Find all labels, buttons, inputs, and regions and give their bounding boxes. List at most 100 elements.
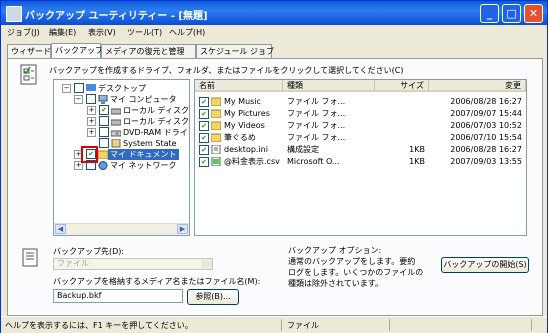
backup-dest-value: ファイル [57, 259, 89, 268]
title-bar[interactable]: バックアップ ユーティリティー - [無題] _ □ ✕ [1, 1, 547, 25]
menu-tools[interactable]: ツール(T) [127, 27, 162, 38]
scroll-right-button[interactable]: ▶ [177, 224, 188, 234]
drive-icon [111, 119, 121, 126]
collapse-icon[interactable]: − [62, 84, 71, 93]
menu-view[interactable]: 表示(V) [88, 27, 116, 38]
expand-icon[interactable]: + [87, 117, 96, 126]
app-icon [6, 6, 22, 22]
maximize-button[interactable]: □ [502, 4, 521, 23]
tree-label: DVD-RAM ドライ [123, 128, 188, 137]
folder-icon [211, 133, 221, 142]
start-backup-button[interactable]: バックアップの開始(S) [441, 257, 529, 273]
list-item[interactable]: ✔ @料金表示.csv Microsoft O... 1KB 2007/09/0… [195, 156, 526, 167]
backup-destination-icon [22, 248, 38, 267]
options-text-2: ログをします。いくつかのファイルの [288, 268, 424, 277]
minimize-button[interactable]: _ [480, 4, 499, 23]
file-name: My Videos [224, 121, 265, 130]
media-name-field[interactable]: Backup.bkf [53, 289, 183, 303]
options-text-1: 通常のバックアップをします。要約 [288, 257, 416, 266]
file-name: My Pictures [224, 109, 270, 118]
file-type: Microsoft O... [287, 157, 340, 166]
file-size: 1KB [409, 145, 425, 154]
collapse-icon[interactable]: − [74, 95, 83, 104]
desktop-icon [86, 84, 96, 91]
settings-file-icon [211, 145, 221, 154]
file-modified: 2006/08/28 16:27 [450, 97, 522, 106]
status-bar: ヘルプを表示するには、F1 キーを押してください。 ファイル [1, 316, 547, 333]
instruction-text: バックアップを作成するドライブ、フォルダ、またはファイルをクリックして選択してく… [49, 66, 404, 75]
folder-tree[interactable]: − デスクトップ − マイ コンピュータ + ✔ ローカル ディスク (C + … [53, 79, 190, 236]
file-type: ファイル フォ... [287, 121, 346, 130]
file-modified: 2006/07/10 15:54 [450, 133, 522, 142]
file-name: My Music [224, 97, 261, 106]
checklist-icon [20, 64, 37, 85]
videos-folder-icon [211, 121, 221, 130]
list-item[interactable]: ✔ My Pictures ファイル フォ... 2007/09/07 15:4… [195, 108, 526, 119]
tree-item-dvd-ram[interactable]: + DVD-RAM ドライ [87, 127, 189, 138]
computer-icon [98, 95, 108, 104]
file-checkbox[interactable]: ✔ [199, 97, 209, 107]
status-divider [389, 319, 390, 331]
my-documents-icon [98, 150, 108, 159]
tab-backup[interactable]: バックアップ [51, 43, 103, 59]
file-modified: 2006/07/03 10:52 [450, 121, 522, 130]
list-item[interactable]: ✔ 筆ぐるめ ファイル フォ... 2006/07/10 15:54 [195, 132, 526, 143]
tree-hscrollbar[interactable]: ◀ ▶ [54, 223, 189, 235]
menu-job[interactable]: ジョブ(J) [7, 27, 40, 38]
file-modified: 2006/08/28 16:27 [450, 145, 522, 154]
tree-label: ローカル ディスク (C [123, 106, 189, 115]
status-help-text: ヘルプを表示するには、F1 キーを押してください。 [5, 321, 193, 330]
file-list[interactable]: 名前 種類 サイズ 変更 ✔ My Music ファイル フォ... 2006/… [194, 79, 527, 236]
drive-icon [111, 108, 121, 115]
tree-checkbox[interactable] [86, 94, 96, 104]
highlight-box [81, 146, 98, 163]
spreadsheet-file-icon [211, 157, 221, 166]
chevron-down-icon [201, 259, 212, 269]
expand-icon[interactable]: + [87, 106, 96, 115]
tab-schedule[interactable]: スケジュール ジョブ [196, 44, 274, 58]
file-checkbox[interactable]: ✔ [199, 109, 209, 119]
tree-item-desktop[interactable]: − デスクトップ [62, 83, 182, 94]
list-item[interactable]: ✔ desktop.ini 構成設定 1KB 2006/08/28 16:27 [195, 144, 526, 155]
column-header-name[interactable]: 名前 [195, 80, 283, 92]
tree-checkbox[interactable] [74, 83, 84, 93]
expand-icon[interactable]: + [87, 128, 96, 137]
file-name: 筆ぐるめ [224, 133, 256, 142]
tree-item-system-state[interactable]: System State [99, 138, 189, 149]
app-window: バックアップ ユーティリティー - [無題] _ □ ✕ ジョブ(J) 編集(E… [0, 0, 548, 333]
close-button[interactable]: ✕ [524, 4, 543, 23]
menu-edit[interactable]: 編集(E) [49, 27, 76, 38]
file-checkbox[interactable]: ✔ [199, 121, 209, 131]
column-header-type[interactable]: 種類 [283, 80, 375, 92]
tree-checkbox[interactable] [99, 127, 109, 137]
tree-item-local-disk-c[interactable]: + ✔ ローカル ディスク (C [87, 105, 189, 116]
list-item[interactable]: ✔ My Music ファイル フォ... 2006/08/28 16:27 [195, 96, 526, 107]
tab-wizard[interactable]: ウィザード [7, 44, 51, 58]
menu-help[interactable]: ヘルプ(H) [169, 27, 205, 38]
tree-checkbox[interactable] [99, 138, 109, 148]
tree-label: デスクトップ [98, 84, 146, 93]
file-checkbox[interactable]: ✔ [199, 133, 209, 143]
file-type: ファイル フォ... [287, 109, 346, 118]
backup-dest-select: ファイル [53, 258, 213, 270]
backup-dest-label: バックアップ先(D): [53, 247, 125, 256]
tree-label: ローカル ディスク (D [123, 117, 189, 126]
music-folder-icon [211, 97, 221, 106]
status-divider [531, 319, 532, 331]
tree-checkbox[interactable]: ✔ [99, 105, 109, 115]
pictures-folder-icon [211, 109, 221, 118]
column-header-modified[interactable]: 変更 [429, 80, 526, 92]
tree-item-local-disk-d[interactable]: + ローカル ディスク (D [87, 116, 189, 127]
tree-item-my-computer[interactable]: − マイ コンピュータ [74, 94, 186, 105]
tab-restore[interactable]: メディアの復元と管理 [101, 44, 196, 58]
file-checkbox[interactable]: ✔ [199, 145, 209, 155]
file-checkbox[interactable]: ✔ [199, 157, 209, 167]
tree-checkbox[interactable] [99, 116, 109, 126]
scroll-left-button[interactable]: ◀ [55, 224, 66, 234]
browse-button[interactable]: 参照(B)... [187, 289, 239, 305]
list-item[interactable]: ✔ My Videos ファイル フォ... 2006/07/03 10:52 [195, 120, 526, 131]
column-header-size[interactable]: サイズ [375, 80, 429, 92]
system-state-icon [111, 139, 121, 148]
file-name: @料金表示.csv [224, 157, 280, 166]
file-modified: 2007/09/03 13:55 [450, 157, 522, 166]
